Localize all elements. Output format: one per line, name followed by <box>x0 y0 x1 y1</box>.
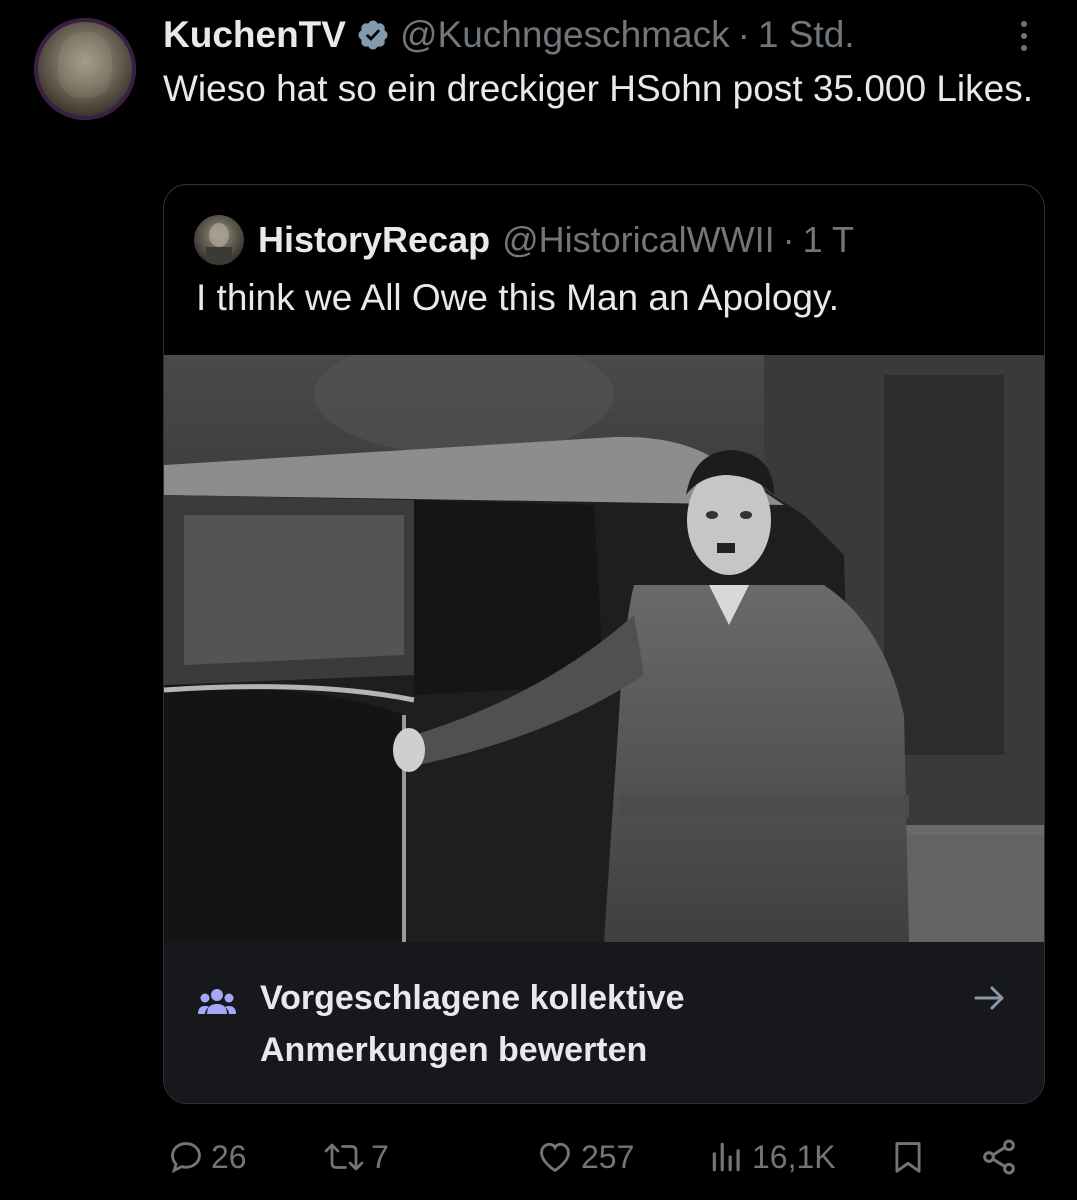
share-icon <box>979 1137 1019 1177</box>
more-dot <box>1021 33 1027 39</box>
header-separator: · <box>737 14 750 55</box>
quoted-header-separator: · <box>782 219 795 260</box>
views-button[interactable]: 16,1K <box>708 1130 836 1184</box>
community-notes-bar[interactable]: Vorgeschlagene kollektive Anmerkungen be… <box>164 942 1044 1103</box>
reply-count: 26 <box>211 1138 247 1175</box>
author-name[interactable]: KuchenTV <box>163 14 346 56</box>
people-icon <box>198 986 236 1018</box>
repost-button[interactable]: 7 <box>323 1130 389 1184</box>
quoted-post[interactable]: HistoryRecap @HistoricalWWII · 1 T I thi… <box>163 184 1045 1104</box>
views-count: 16,1K <box>752 1138 836 1175</box>
avatar-face <box>58 32 112 98</box>
reply-button[interactable]: 26 <box>167 1130 247 1184</box>
quoted-post-time[interactable]: 1 T <box>803 219 854 261</box>
author-handle[interactable]: @Kuchngeschmack <box>400 14 730 56</box>
verified-badge-icon <box>356 18 390 52</box>
reply-icon <box>167 1138 205 1176</box>
quoted-post-header: HistoryRecap @HistoricalWWII · 1 T <box>194 213 854 267</box>
post-text: Wieso hat so ein dreckiger HSohn post 35… <box>163 68 1033 109</box>
views-icon <box>708 1138 746 1176</box>
action-bar: 26 7 257 16,1K <box>163 1130 1043 1184</box>
more-options-icon[interactable] <box>1006 16 1042 56</box>
bookmark-button[interactable] <box>889 1130 927 1184</box>
community-notes-label[interactable]: Vorgeschlagene kollektive Anmerkungen be… <box>260 972 900 1076</box>
more-dot <box>1021 45 1027 51</box>
quoted-author-avatar[interactable] <box>194 215 244 265</box>
repost-icon <box>323 1138 365 1176</box>
share-button[interactable] <box>979 1130 1019 1184</box>
quoted-author-name[interactable]: HistoryRecap <box>258 219 490 261</box>
post[interactable]: KuchenTV @Kuchngeschmack · 1 Std. Wieso … <box>0 0 1077 1200</box>
like-button[interactable]: 257 <box>535 1130 634 1184</box>
post-header: KuchenTV @Kuchngeschmack · 1 Std. <box>163 12 855 58</box>
more-dot <box>1021 21 1027 27</box>
author-avatar[interactable] <box>34 18 136 120</box>
post-time[interactable]: 1 Std. <box>758 14 855 56</box>
quoted-post-text: I think we All Owe this Man an Apology. <box>196 277 840 318</box>
bookmark-icon <box>889 1137 927 1177</box>
heart-icon <box>535 1138 575 1176</box>
arrow-right-icon[interactable] <box>972 980 1008 1016</box>
like-count: 257 <box>581 1138 635 1175</box>
quoted-post-image[interactable] <box>164 355 1044 942</box>
quoted-author-handle[interactable]: @HistoricalWWII <box>502 219 775 261</box>
repost-count: 7 <box>371 1138 389 1175</box>
